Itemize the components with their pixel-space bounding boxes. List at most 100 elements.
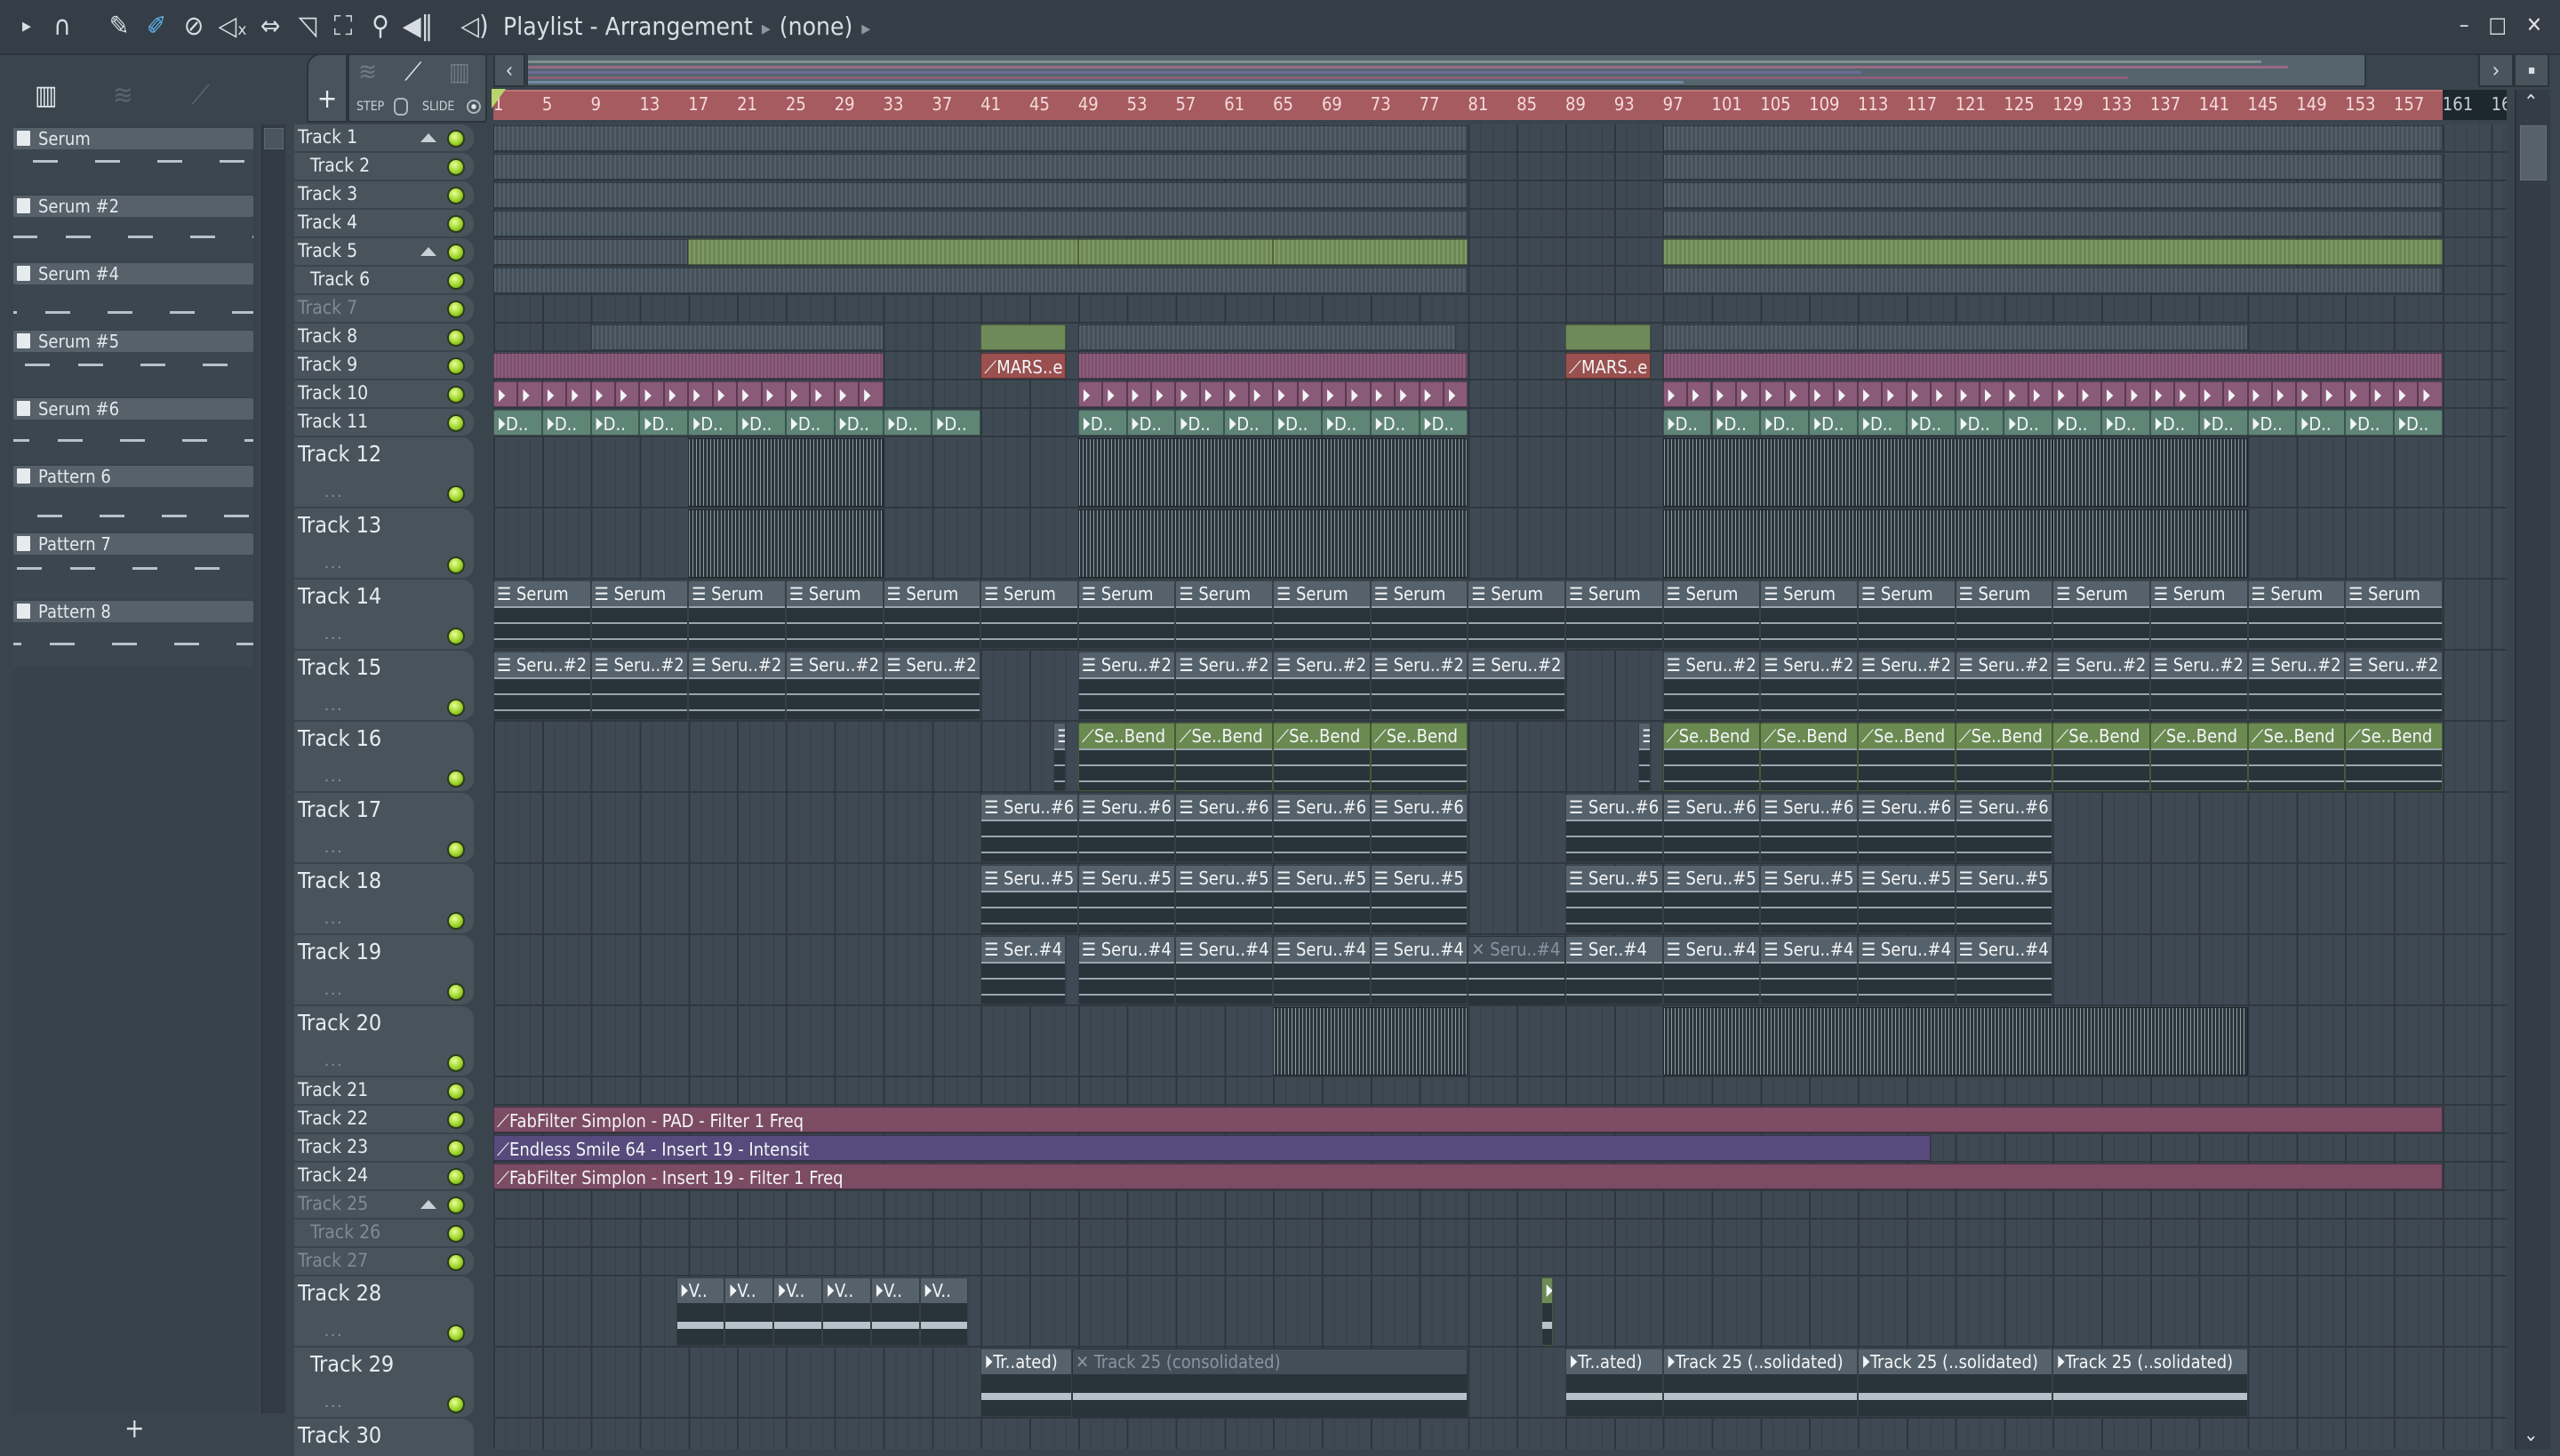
playlist-clip[interactable] [1662, 125, 2443, 151]
browser-item[interactable]: Serum [13, 128, 253, 196]
playlist-clip[interactable]: ⏵ [1346, 381, 1371, 407]
track-header[interactable]: Track 2 [294, 153, 474, 181]
playlist-clip[interactable]: ☰ Seru..#5 [1955, 865, 2053, 933]
track-header[interactable]: Track 18... [294, 864, 474, 935]
track-mute-led[interactable] [447, 187, 465, 204]
track-mute-led[interactable] [447, 1140, 465, 1157]
track-mute-led[interactable] [447, 272, 465, 290]
playlist-clip[interactable] [1077, 324, 1456, 350]
playlist-clip[interactable]: ⏵ [2052, 381, 2077, 407]
playlist-clip[interactable]: ☰ Seru..#2 [493, 652, 591, 720]
playlist-clip[interactable]: ⏵D.. [639, 410, 689, 436]
playlist-clip[interactable]: ☰ Serum [1077, 580, 1176, 649]
playlist-clip[interactable] [2052, 438, 2248, 507]
playlist-clip[interactable]: ☰ Serum [1662, 580, 1761, 649]
playlist-clip[interactable]: ⏵D.. [1760, 410, 1810, 436]
playlist-clip[interactable]: ☰ Seru..#5 [1760, 865, 1858, 933]
playlist-clip[interactable] [1662, 182, 2443, 208]
playlist-clip[interactable]: ⏵D.. [1126, 410, 1176, 436]
track-mute-led[interactable] [447, 1396, 465, 1413]
playlist-clip[interactable]: ⟋Se..Bend [2052, 723, 2150, 791]
playlist-clip[interactable]: ⟋FabFilter Simplon - Insert 19 - Filter … [493, 1164, 2443, 1189]
playlist-clip[interactable]: ⏵ [1833, 381, 1858, 407]
playlist-clip[interactable] [1662, 1007, 2248, 1076]
track-header[interactable]: Track 11 [294, 409, 474, 437]
track-options-dots[interactable]: ... [324, 767, 343, 786]
playlist-clip[interactable]: ⏵D.. [1321, 410, 1371, 436]
track-mute-led[interactable] [447, 357, 465, 375]
playlist-clip[interactable]: ⏵ [1735, 381, 1761, 407]
playlist-clip[interactable]: ☰ Seru..#6 [1955, 794, 2053, 862]
playlist-clip[interactable]: ☰ Ser..#4 [1565, 936, 1663, 1004]
collapse-arrow-icon[interactable] [420, 133, 436, 142]
maximize-icon[interactable]: □ [2489, 12, 2507, 37]
playback-icon[interactable]: ◀‖ [402, 11, 434, 43]
playlist-clip[interactable] [1077, 509, 1274, 578]
track-header[interactable]: Track 26 [294, 1220, 474, 1248]
playlist-clip[interactable]: ☰ Seru..#4 [1955, 936, 2053, 1004]
track-mute-led[interactable] [447, 414, 465, 432]
playlist-clip[interactable]: ⏵ [2247, 381, 2272, 407]
browser-item-header[interactable]: Serum #6 [13, 398, 253, 420]
playlist-clip[interactable]: ⏵ [1662, 381, 1688, 407]
playlist-clip[interactable]: ⟋MARS..e [980, 353, 1067, 379]
playlist-clip[interactable]: ⏵Tr..ated) [980, 1348, 1072, 1417]
browser-item-header[interactable]: Pattern 6 [13, 466, 253, 487]
playlist-clip[interactable]: ⏵ [1760, 381, 1785, 407]
track-header[interactable]: Track 28... [294, 1276, 474, 1348]
track-header[interactable]: Track 10 [294, 380, 474, 409]
playlist-clip[interactable]: ⏵D.. [1370, 410, 1420, 436]
scroll-up-icon[interactable]: ⌃ [2524, 92, 2539, 114]
playlist-clip[interactable]: ☰ Seru..#2 [2247, 652, 2346, 720]
zoom-icon[interactable]: ⚲ [364, 11, 396, 43]
scroll-left-button[interactable]: ‹ [493, 53, 525, 87]
track-header[interactable]: Track 20... [294, 1006, 474, 1077]
playlist-clip[interactable]: ⏵ [1540, 1277, 1554, 1346]
playlist-clip[interactable]: ⏵ [1882, 381, 1907, 407]
arrangement-overview[interactable] [526, 53, 2366, 87]
collapse-arrow-icon[interactable] [420, 1200, 436, 1209]
select-icon[interactable]: ⛶ [327, 11, 359, 43]
playlist-clip[interactable] [493, 182, 1468, 208]
playlist-clip[interactable]: ☰ Seru..#6 [1273, 794, 1371, 862]
playlist-clip[interactable] [1273, 239, 1468, 265]
playlist-clip[interactable] [688, 438, 884, 507]
track-header[interactable]: Track 13... [294, 508, 474, 580]
playlist-clip[interactable] [493, 125, 1468, 151]
track-header[interactable]: Track 8 [294, 324, 474, 352]
playlist-clip[interactable] [1662, 239, 2443, 265]
playlist-clip[interactable]: ☰ Seru..#5 [980, 865, 1078, 933]
playlist-clip[interactable]: ☰ Seru..#5 [1662, 865, 1761, 933]
playlist-clip[interactable]: ⏵ [1224, 381, 1249, 407]
playlist-clip[interactable] [1662, 438, 1858, 507]
playlist-clip[interactable] [590, 324, 884, 350]
automation-icon[interactable]: ⟋ [191, 80, 210, 111]
playlist-clip[interactable] [493, 211, 1468, 236]
playlist-clip[interactable] [493, 268, 1468, 293]
playlist-clip[interactable] [1857, 324, 2248, 350]
track-header[interactable]: Track 5 [294, 238, 474, 267]
playlist-clip[interactable] [493, 353, 884, 379]
track-options-dots[interactable]: ... [324, 909, 343, 928]
playlist-clip[interactable]: ⏵ [1297, 381, 1322, 407]
playlist-clip[interactable]: ⏵ [1273, 381, 1298, 407]
playlist-clip[interactable] [1662, 154, 2443, 180]
playlist-clip[interactable]: ☰ Serum [590, 580, 689, 649]
track-options-dots[interactable]: ... [324, 1052, 343, 1070]
playlist-clip[interactable]: ⏵D.. [1224, 410, 1274, 436]
playlist-clip[interactable] [1857, 438, 2053, 507]
playlist-clip[interactable] [1077, 239, 1274, 265]
track-header[interactable]: Track 3 [294, 181, 474, 210]
playlist-clip[interactable]: ⏵D.. [2149, 410, 2199, 436]
playlist-clip[interactable]: ⟋Se..Bend [1077, 723, 1176, 791]
playlist-clip[interactable]: ⏵ [2174, 381, 2199, 407]
pencil-icon[interactable]: ✎ [103, 11, 135, 43]
track-header[interactable]: Track 30... [294, 1419, 474, 1456]
playlist-clip[interactable]: ⏵Track 25 (..solidated) [1662, 1348, 1858, 1417]
playlist-clip[interactable]: ☰ Seru..#4 [1175, 936, 1274, 1004]
playlist-clip[interactable]: ⏵ [663, 381, 689, 407]
playlist-clip[interactable]: ☰ Seru..#4 [1370, 936, 1468, 1004]
playlist-clip[interactable]: ☰ Seru..#6 [1370, 794, 1468, 862]
track-mute-led[interactable] [447, 1324, 465, 1342]
playlist-clip[interactable] [980, 324, 1067, 350]
